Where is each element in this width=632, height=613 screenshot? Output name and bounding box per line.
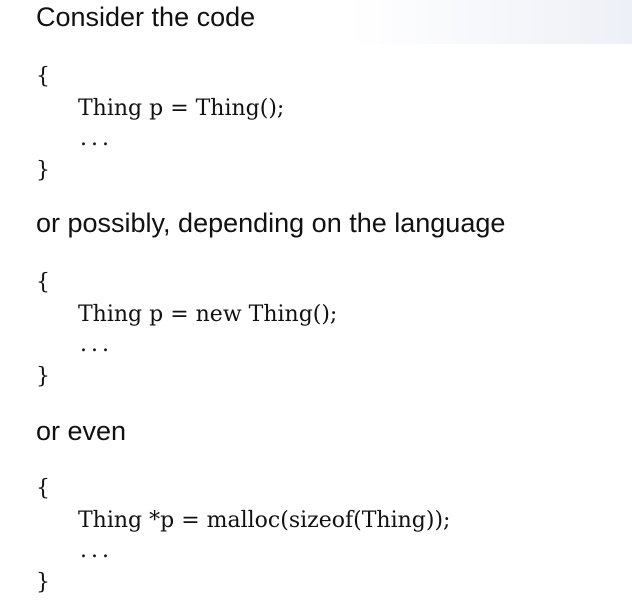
close-brace: } xyxy=(36,158,50,183)
ellipsis: ... xyxy=(80,332,113,357)
open-brace: { xyxy=(36,476,50,501)
close-brace: } xyxy=(36,364,50,389)
code-line: Thing p = new Thing(); xyxy=(78,302,338,327)
code-line: Thing *p = malloc(sizeof(Thing)); xyxy=(78,508,451,533)
outro-text: or even xyxy=(36,416,127,446)
code-line: Thing p = Thing(); xyxy=(78,96,285,121)
open-brace: { xyxy=(36,64,50,89)
middle-text: or possibly, depending on the language xyxy=(36,208,506,238)
intro-text: Consider the code xyxy=(36,2,256,32)
ellipsis: ... xyxy=(80,126,113,151)
close-brace: } xyxy=(36,570,50,595)
ellipsis: ... xyxy=(80,538,113,563)
open-brace: { xyxy=(36,270,50,295)
